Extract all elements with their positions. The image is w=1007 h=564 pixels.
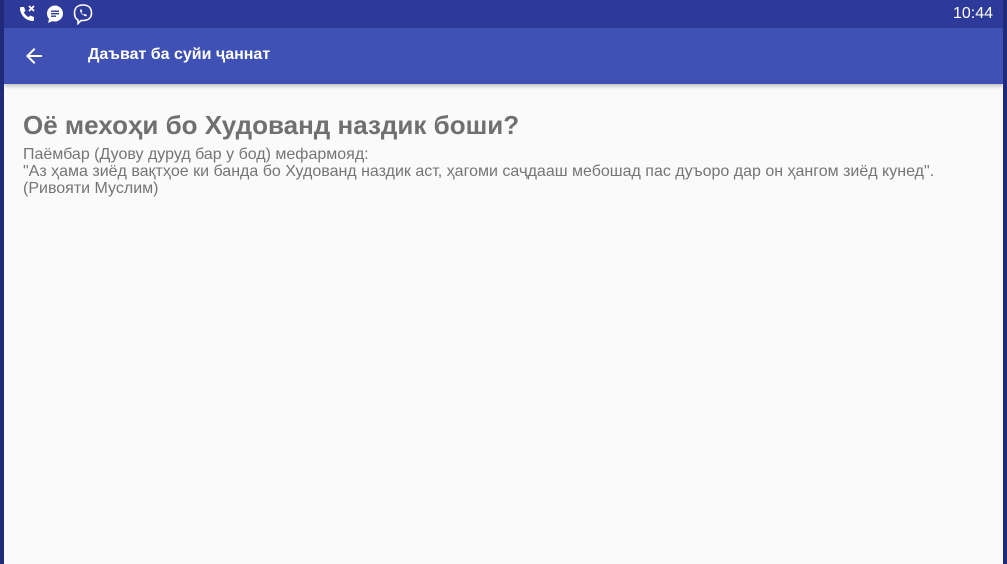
message-icon — [44, 3, 66, 25]
status-time: 10:44 — [952, 5, 993, 22]
viber-icon — [72, 3, 94, 25]
arrow-left-icon — [26, 48, 42, 64]
article-heading: Оё мехоҳи бо Худованд наздик боши? — [23, 110, 520, 140]
app-bar: Даъват ба суйи ҷаннат — [4, 28, 1003, 84]
app-window: 10:44 Даъват ба суйи ҷаннат Оё мехоҳи бо… — [0, 0, 1007, 564]
missed-call-icon — [16, 3, 38, 25]
article-content: Оё мехоҳи бо Худованд наздик боши? Паёмб… — [23, 108, 968, 197]
article-intro: Паёмбар (Дуову дуруд бар у бод) мефармоя… — [23, 146, 369, 163]
article-hadith: "Аз ҳама зиёд вақтҳое ки банда бо Худова… — [23, 163, 935, 197]
status-bar: 10:44 — [4, 0, 1003, 28]
notification-icons — [16, 3, 94, 25]
page-title: Даъват ба суйи ҷаннат — [88, 46, 271, 63]
back-button[interactable] — [18, 40, 50, 72]
